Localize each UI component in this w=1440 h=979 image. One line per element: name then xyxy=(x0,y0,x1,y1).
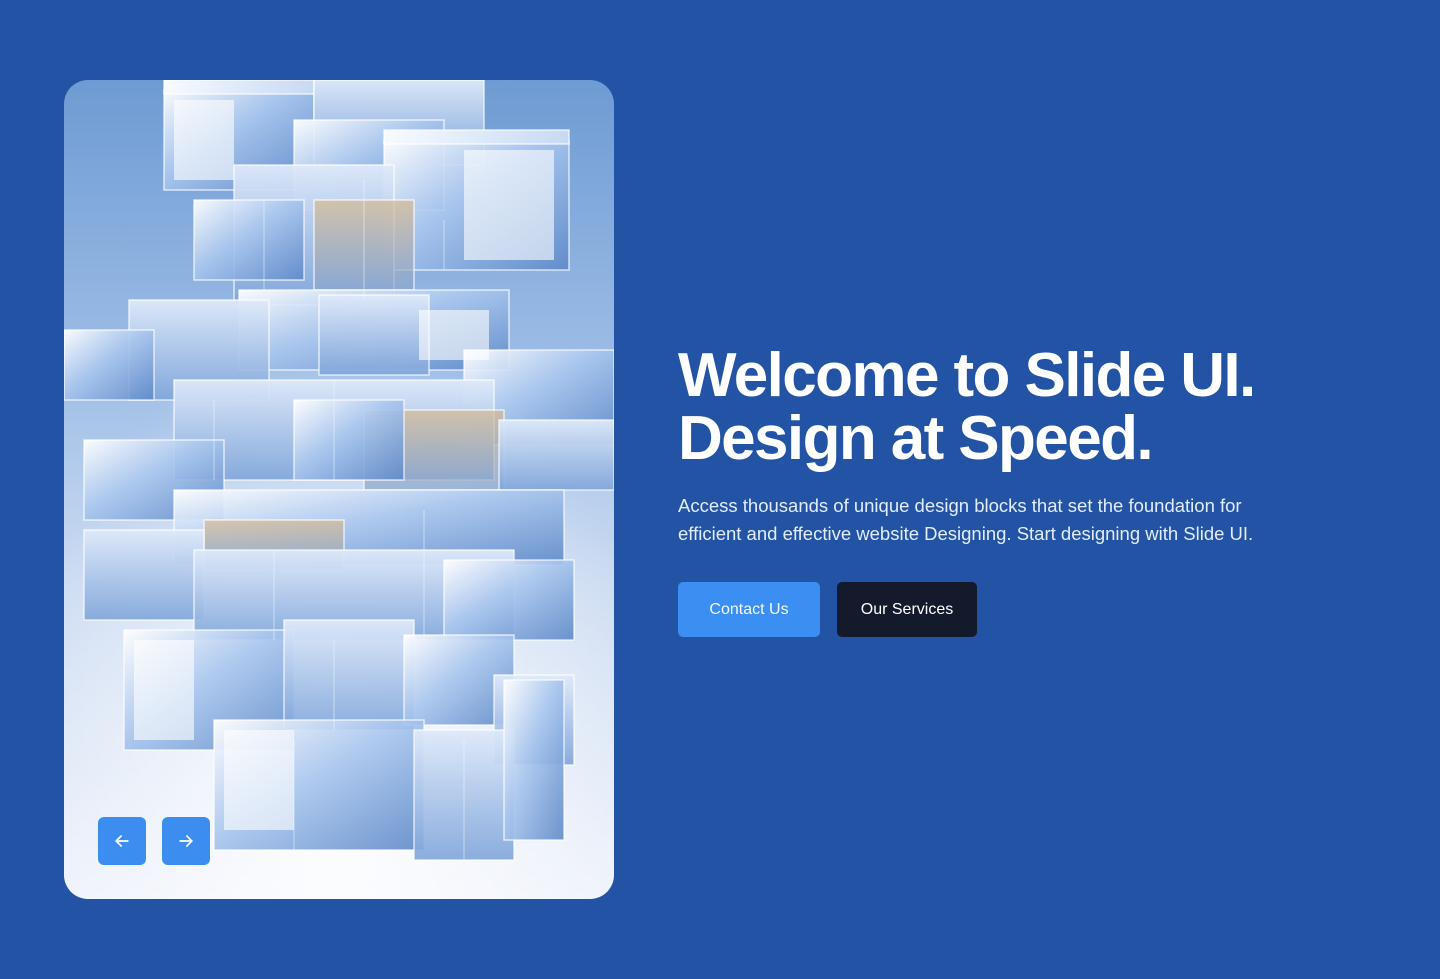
carousel-prev-button[interactable] xyxy=(98,817,146,865)
hero-actions: Contact Us Our Services xyxy=(678,582,1378,637)
hero-content: Welcome to Slide UI. Design at Speed. Ac… xyxy=(678,344,1378,637)
hero-image-card xyxy=(64,80,614,899)
contact-us-button[interactable]: Contact Us xyxy=(678,582,820,637)
hero-description: Access thousands of unique design blocks… xyxy=(678,495,1254,544)
hero-headline: Welcome to Slide UI. Design at Speed. xyxy=(678,344,1378,470)
our-services-button[interactable]: Our Services xyxy=(837,582,977,637)
headline-line-1: Welcome to Slide UI. xyxy=(678,341,1256,410)
headline-line-2: Design at Speed. xyxy=(678,404,1154,473)
glass-cubes-illustration xyxy=(64,80,614,899)
carousel-next-button[interactable] xyxy=(162,817,210,865)
arrow-left-icon xyxy=(115,835,129,847)
arrow-right-icon xyxy=(179,835,193,847)
